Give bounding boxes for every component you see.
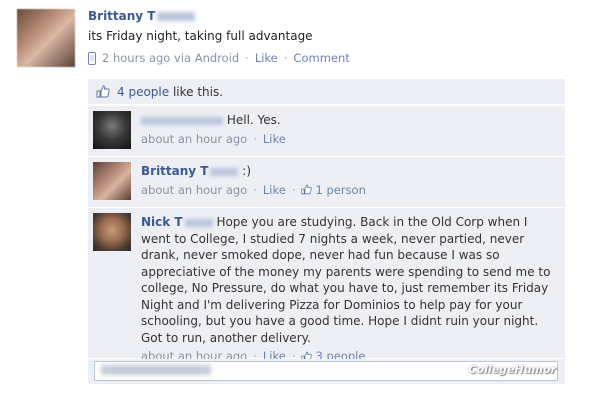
comment-text: :) [238, 164, 252, 178]
like-button[interactable]: Like [255, 51, 278, 65]
comment-avatar[interactable] [93, 111, 131, 149]
post-timestamp[interactable]: 2 hours ago via Android [102, 51, 239, 65]
comment-avatar[interactable] [93, 162, 131, 200]
comment-author[interactable]: Nick T [141, 215, 213, 229]
mobile-phone-icon [88, 51, 96, 65]
status-text: its Friday night, taking full advantage [88, 29, 313, 43]
comment-author[interactable] [141, 113, 223, 127]
likes-suffix: like this. [169, 84, 224, 99]
blurred-surname [210, 167, 239, 176]
comment-author[interactable]: Brittany T [141, 164, 239, 178]
blurred-name [141, 116, 223, 125]
facebook-status-post: Brittany T its Friday night, taking full… [0, 0, 600, 404]
post-meta: 2 hours ago via Android · Like · Comment [88, 51, 350, 65]
separator: · [253, 182, 257, 197]
write-comment-area: CollegeHumor [88, 359, 565, 384]
comment-like-button[interactable]: Like [263, 182, 286, 199]
comment-avatar[interactable] [93, 213, 131, 251]
avatar[interactable] [17, 9, 75, 67]
blurred-placeholder [101, 365, 211, 375]
comment-like-button[interactable]: Like [263, 131, 286, 148]
comment-likes-count[interactable]: 1 person [315, 182, 365, 199]
thumbs-up-icon [301, 185, 313, 195]
comment-item: Nick T Hope you are studying. Back in th… [88, 207, 565, 363]
separator: · [253, 131, 257, 146]
comment-text: Hope you are studying. Back in the Old C… [141, 215, 555, 345]
blurred-surname [184, 218, 213, 227]
separator: · [283, 51, 288, 65]
comment-item: Brittany T :) about an hour ago · Like ·… [88, 156, 565, 207]
comment-timestamp[interactable]: about an hour ago [141, 131, 247, 148]
likes-summary: 4 people like this. [88, 79, 565, 104]
thumbs-up-icon [96, 85, 110, 98]
comment-text: Hell. Yes. [226, 113, 281, 127]
blurred-surname [157, 12, 196, 21]
separator: · [245, 51, 249, 65]
post-author[interactable]: Brittany T [88, 9, 196, 23]
comment-button[interactable]: Comment [293, 51, 349, 65]
likes-count-link[interactable]: 4 people [117, 85, 169, 99]
comment-item: Hell. Yes. about an hour ago · Like [88, 105, 565, 156]
separator: · [291, 182, 296, 197]
collegehumor-watermark: CollegeHumor [468, 363, 556, 376]
comment-timestamp[interactable]: about an hour ago [141, 182, 247, 199]
